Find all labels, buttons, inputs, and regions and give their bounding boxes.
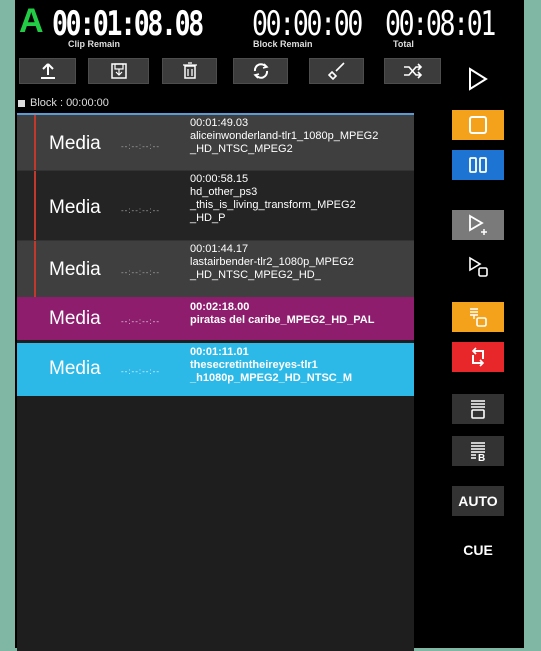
play-icon — [469, 67, 488, 91]
stop-button[interactable] — [452, 110, 504, 140]
save-icon — [110, 63, 127, 79]
clip-remain-label: Clip Remain — [68, 39, 121, 49]
play-plus-icon — [469, 214, 487, 235]
clip-name-line: aliceinwonderland-tlr1_1080p_MPEG2 — [190, 130, 379, 142]
list-b-button[interactable]: B — [452, 436, 504, 466]
media-label: Media — [49, 133, 101, 154]
stop-icon — [469, 116, 487, 134]
play-button[interactable] — [452, 62, 504, 96]
clear-button[interactable] — [309, 58, 364, 84]
loop-button[interactable] — [452, 342, 504, 372]
clip-name-line: _HD_NTSC_MPEG2_HD_ — [190, 269, 321, 281]
row-marker — [34, 171, 36, 240]
clip-duration: 00:01:44.17 — [190, 243, 249, 255]
row-marker — [34, 241, 36, 297]
block-label: Block : 00:00:00 — [30, 97, 109, 109]
loop-icon — [471, 347, 485, 367]
timecode-placeholder: --:--:--:-- — [121, 317, 160, 326]
clip-duration: 00:02:18.00 — [190, 301, 250, 313]
clip-name-line: piratas del caribe_MPEG2_HD_PAL — [190, 314, 375, 326]
shuffle-icon — [403, 63, 422, 79]
media-label: Media — [49, 197, 101, 218]
total-label: Total — [393, 39, 414, 49]
playlist-row-next[interactable]: Media --:--:--:-- 00:02:18.00 piratas de… — [17, 297, 414, 340]
clip-name-line: _h1080p_MPEG2_HD_NTSC_M — [190, 372, 353, 384]
clip-name-line: _HD_P — [190, 212, 226, 224]
clip-duration: 00:01:49.03 — [190, 117, 249, 129]
timecode-placeholder: --:--:--:-- — [121, 268, 160, 277]
list-square-icon — [470, 308, 487, 327]
cue-button[interactable]: CUE — [452, 535, 504, 565]
playlist-row-onair[interactable]: Media --:--:--:-- 00:01:11.01 thesecreti… — [17, 343, 414, 396]
playout-panel: A 00:01:08.08 Clip Remain 00:00:00 Block… — [15, 0, 524, 651]
upload-button[interactable] — [19, 58, 76, 84]
media-label: Media — [49, 259, 101, 280]
timecode-placeholder: --:--:--:-- — [121, 206, 160, 215]
block-remain-label: Block Remain — [253, 39, 313, 49]
list-icon — [471, 400, 485, 419]
save-button[interactable] — [88, 58, 149, 84]
cue-list-button[interactable] — [452, 302, 504, 332]
clip-info: 00:01:49.03 aliceinwonderland-tlr1_1080p… — [190, 117, 378, 156]
row-marker — [34, 115, 36, 170]
brush-icon — [327, 62, 345, 80]
shuffle-button[interactable] — [384, 58, 441, 84]
header: A 00:01:08.08 Clip Remain 00:00:00 Block… — [15, 0, 524, 54]
block-remain-timecode: 00:00:00 — [252, 4, 363, 44]
clip-name-line: hd_other_ps3 — [190, 186, 258, 198]
pause-button[interactable] — [452, 150, 504, 180]
block-square-icon — [18, 99, 25, 107]
play-cue-button[interactable] — [452, 252, 504, 282]
clip-duration: 00:00:58.15 — [190, 173, 249, 185]
media-label: Media — [49, 358, 101, 379]
upload-icon — [40, 63, 55, 79]
trash-icon — [182, 62, 197, 79]
timecode-placeholder: --:--:--:-- — [121, 142, 160, 151]
refresh-button[interactable] — [233, 58, 288, 84]
clip-info: 00:01:44.17 lastairbender-tlr2_1080p_MPE… — [190, 243, 354, 282]
playlist-row[interactable]: Media --:--:--:-- 00:01:49.03 aliceinwon… — [17, 113, 414, 170]
clip-info: 00:00:58.15 hd_other_ps3 _this_is_living… — [190, 173, 356, 225]
total-timecode: 00:08:01 — [385, 4, 496, 44]
play-square-icon — [469, 256, 488, 277]
clip-name-line: lastairbender-tlr2_1080p_MPEG2 — [190, 256, 354, 268]
list-b-icon: B — [471, 442, 485, 462]
list-button[interactable] — [452, 394, 504, 424]
clip-info: 00:01:11.01 thesecretintheireyes-tlr1 _h… — [190, 346, 352, 385]
playlist-row[interactable]: Media --:--:--:-- 00:00:58.15 hd_other_p… — [17, 170, 414, 240]
block-header: Block : 00:00:00 — [18, 96, 109, 110]
clip-remain-timecode: 00:01:08.08 — [52, 4, 204, 44]
playlist[interactable]: Media --:--:--:-- 00:01:49.03 aliceinwon… — [17, 113, 414, 651]
play-next-button[interactable] — [452, 210, 504, 240]
refresh-icon — [252, 63, 269, 79]
clip-name-line: _HD_NTSC_MPEG2 — [190, 143, 293, 155]
pause-icon — [469, 157, 487, 173]
clip-duration: 00:01:11.01 — [190, 346, 249, 358]
clip-name-line: thesecretintheireyes-tlr1 — [190, 359, 318, 371]
delete-button[interactable] — [162, 58, 217, 84]
auto-button[interactable]: AUTO — [452, 486, 504, 516]
svg-text:B: B — [478, 453, 485, 462]
clip-name-line: _this_is_living_transform_MPEG2 — [190, 199, 356, 211]
clip-info: 00:02:18.00 piratas del caribe_MPEG2_HD_… — [190, 301, 374, 327]
timecode-placeholder: --:--:--:-- — [121, 367, 160, 376]
media-label: Media — [49, 308, 101, 329]
playlist-row[interactable]: Media --:--:--:-- 00:01:44.17 lastairben… — [17, 240, 414, 297]
channel-letter: A — [19, 2, 44, 40]
